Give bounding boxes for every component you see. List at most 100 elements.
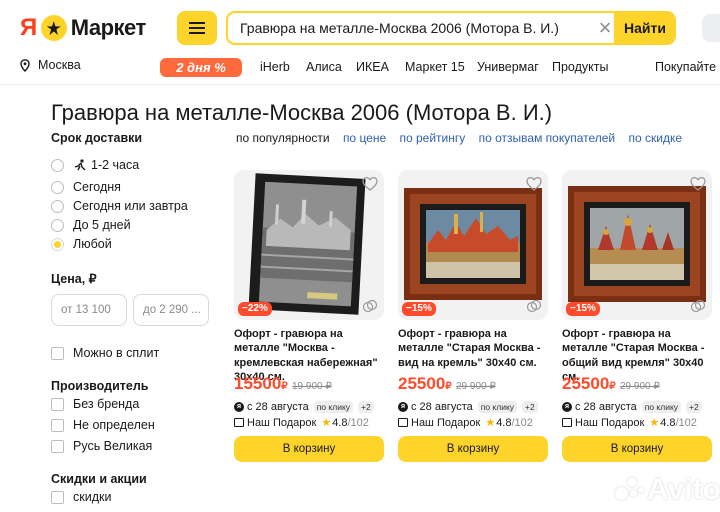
delivery-chip: по клику [477, 401, 518, 413]
star-icon: ★ [649, 417, 660, 429]
delivery-date: с 28 августа [575, 401, 637, 413]
delivery-radio-5days[interactable] [51, 219, 64, 232]
compare-icon[interactable] [526, 298, 542, 314]
split-label[interactable]: Можно в сплит [73, 346, 159, 360]
delivery-date: с 28 августа [247, 401, 309, 413]
manufacturer-checkbox[interactable] [51, 440, 64, 453]
hamburger-icon-line [189, 27, 205, 29]
add-to-cart-button[interactable]: В корзину [562, 436, 712, 462]
avito-watermark-text: Avito [647, 473, 720, 506]
manufacturer-checkbox[interactable] [51, 419, 64, 432]
price-currency: ₽ [609, 381, 616, 392]
delivery-info: я с 28 августа по клику +2 [234, 401, 374, 413]
delivery-plus: +2 [686, 401, 702, 413]
sort-price[interactable]: по цене [343, 131, 386, 145]
product-title[interactable]: Офорт - гравюра на металле "Старая Москв… [398, 327, 548, 370]
delivery-radio-any[interactable] [51, 238, 64, 251]
nav-item-alisa[interactable]: Алиса [306, 60, 342, 74]
discount-badge: −15% [566, 302, 600, 316]
promo-badge[interactable]: 2 дня % [160, 58, 242, 77]
logo-ya: Я [20, 14, 37, 41]
old-price: 29 900 ₽ [620, 381, 660, 392]
manufacturer-checkbox[interactable] [51, 398, 64, 411]
delivery-option-today[interactable]: Сегодня [73, 180, 121, 194]
add-to-cart-button[interactable]: В корзину [234, 436, 384, 462]
seller-info[interactable]: Наш Подарок ★ 4.8 /102 [562, 416, 697, 429]
market-logo[interactable]: Я Маркет [20, 14, 146, 42]
sort-reviews[interactable]: по отзывам покупателей [479, 131, 616, 145]
search-input[interactable]: Гравюра на металле-Москва 2006 (Мотора В… [240, 20, 559, 36]
avito-logo-icon [613, 475, 645, 505]
discount-checkbox[interactable] [51, 491, 64, 504]
delivery-info: я с 28 августа по клику +2 [398, 401, 538, 413]
seller-reviews: /102 [675, 416, 697, 429]
product-card[interactable]: −22% Офорт - гравюра на металле "Москва … [234, 170, 384, 470]
yandex-delivery-icon: я [234, 402, 244, 412]
seller-rating: 4.8 [496, 416, 512, 429]
top-nav: Москва 2 дня % iHerb Алиса ИКЕА Маркет 1… [0, 56, 720, 80]
split-checkbox[interactable] [51, 347, 64, 360]
product-image[interactable]: −22% [234, 170, 384, 320]
product-card[interactable]: −15% Офорт - гравюра на металле "Старая … [562, 170, 712, 470]
nav-item-ikea[interactable]: ИКЕА [356, 60, 389, 74]
price-filter-title: Цена, ₽ [51, 272, 97, 286]
product-price: 25500₽ [562, 374, 616, 394]
manufacturer-option[interactable]: Не определен [73, 418, 155, 432]
nav-item-market15[interactable]: Маркет 15 [405, 60, 465, 74]
sort-discount[interactable]: по скидке [628, 131, 682, 145]
price-value: 15500 [234, 374, 282, 393]
location-selector[interactable]: Москва [20, 58, 81, 72]
nav-item-pokupajte[interactable]: Покупайте к [655, 60, 720, 74]
manufacturer-option[interactable]: Без бренда [73, 397, 139, 411]
delivery-option-5days[interactable]: До 5 дней [73, 218, 131, 232]
add-to-cart-button[interactable]: В корзину [398, 436, 548, 462]
delivery-date: с 28 августа [411, 401, 473, 413]
product-card[interactable]: −15% Офорт - гравюра на металле "Старая … [398, 170, 548, 470]
seller-name: Наш Подарок [411, 416, 481, 429]
delivery-option-label: 1-2 часа [91, 158, 140, 172]
manufacturer-filter-title: Производитель [51, 379, 149, 393]
seller-rating: 4.8 [660, 416, 676, 429]
hamburger-icon [189, 22, 205, 24]
search-bar: Гравюра на металле-Москва 2006 (Мотора В… [226, 11, 676, 45]
seller-info[interactable]: Наш Подарок ★ 4.8 /102 [234, 416, 369, 429]
compare-icon[interactable] [690, 298, 706, 314]
logo-text: Маркет [70, 15, 147, 40]
compare-icon[interactable] [362, 298, 378, 314]
catalog-menu-button[interactable] [177, 11, 217, 45]
heart-icon[interactable] [362, 176, 378, 192]
seller-info[interactable]: Наш Подарок ★ 4.8 /102 [398, 416, 533, 429]
nav-item-iherb[interactable]: iHerb [260, 60, 290, 74]
delivery-radio-today-tomorrow[interactable] [51, 200, 64, 213]
header-extra-button[interactable] [702, 14, 720, 42]
delivery-plus: +2 [522, 401, 538, 413]
seller-reviews: /102 [511, 416, 533, 429]
product-image[interactable]: −15% [398, 170, 548, 320]
delivery-option-1-2h[interactable]: 1-2 часа [73, 158, 139, 172]
heart-icon[interactable] [690, 176, 706, 192]
nav-item-produkty[interactable]: Продукты [552, 60, 608, 74]
nav-item-univermag[interactable]: Универмаг [477, 60, 539, 74]
location-pin-icon [20, 58, 30, 72]
sort-popularity[interactable]: по популярности [236, 131, 330, 145]
product-image[interactable]: −15% [562, 170, 712, 320]
discount-option[interactable]: скидки [73, 490, 111, 504]
discount-badge: −22% [238, 302, 272, 316]
page-title: Гравюра на металле-Москва 2006 (Мотора В… [51, 100, 553, 125]
delivery-radio-today[interactable] [51, 181, 64, 194]
discount-badge: −15% [402, 302, 436, 316]
price-to-input[interactable]: до 2 290 ... [133, 294, 209, 326]
search-button[interactable]: Найти [614, 13, 674, 43]
shop-icon [562, 418, 572, 427]
yandex-delivery-icon: я [562, 402, 572, 412]
product-price: 25500₽ [398, 374, 452, 394]
sort-rating[interactable]: по рейтингу [400, 131, 466, 145]
delivery-option-any[interactable]: Любой [73, 237, 112, 251]
delivery-option-today-tomorrow[interactable]: Сегодня или завтра [73, 199, 188, 213]
delivery-radio-1-2h[interactable] [51, 159, 64, 172]
heart-icon[interactable] [526, 176, 542, 192]
price-from-input[interactable]: от 13 100 [51, 294, 127, 326]
seller-name: Наш Подарок [575, 416, 645, 429]
delivery-info: я с 28 августа по клику +2 [562, 401, 702, 413]
manufacturer-option[interactable]: Русь Великая [73, 439, 152, 453]
